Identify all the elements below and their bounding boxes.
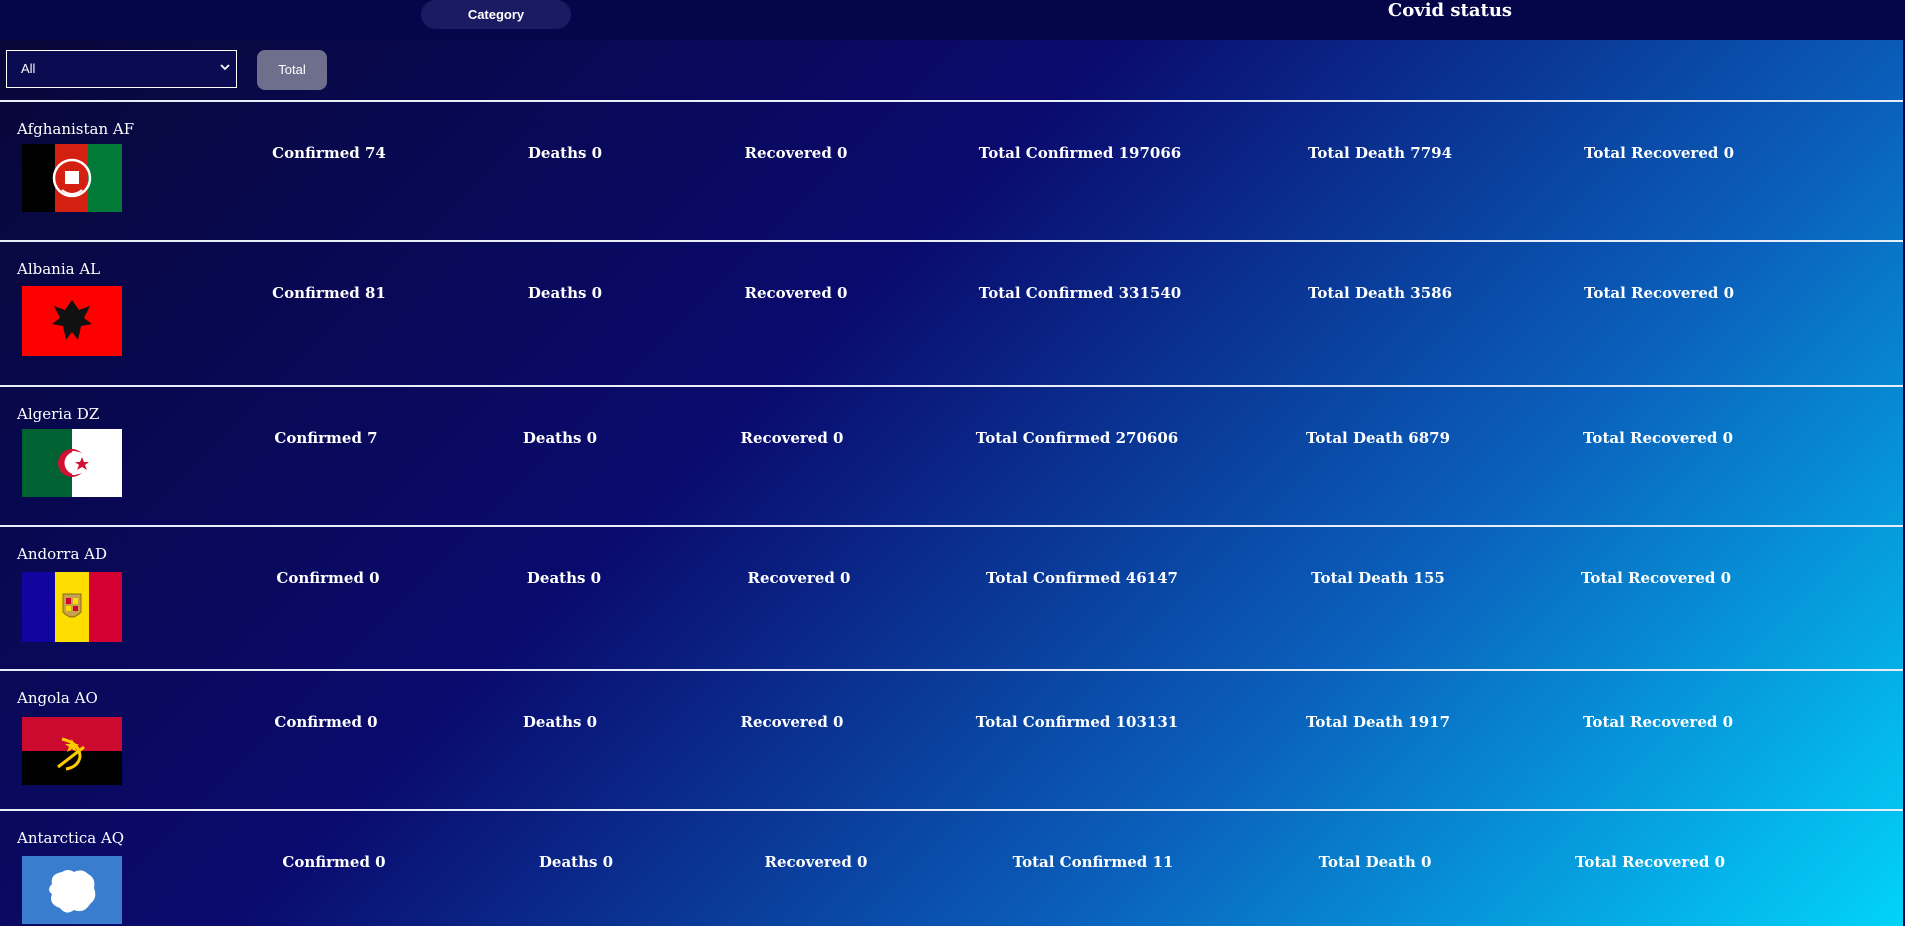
deaths-value: Deaths 0 xyxy=(526,569,602,587)
category-select[interactable]: All xyxy=(6,50,237,88)
total-death-value: Total Death 155 xyxy=(1311,569,1445,587)
total-recovered-value: Total Recovered 0 xyxy=(1583,144,1735,162)
country-row: Antarctica AQ Confirmed 0 Deaths 0 Recov… xyxy=(0,809,1903,926)
total-confirmed-value: Total Confirmed 197066 xyxy=(978,144,1182,162)
total-recovered-value: Total Recovered 0 xyxy=(1574,853,1726,871)
country-name: Afghanistan AF xyxy=(17,120,135,138)
page-title: Covid status xyxy=(1387,0,1513,21)
recovered-value: Recovered 0 xyxy=(747,569,851,587)
deaths-value: Deaths 0 xyxy=(538,853,614,871)
confirmed-value: Confirmed 7 xyxy=(274,429,378,447)
angola-flag-icon xyxy=(22,717,122,785)
category-select-value: All xyxy=(21,61,36,76)
deaths-value: Deaths 0 xyxy=(522,429,598,447)
recovered-value: Recovered 0 xyxy=(740,713,844,731)
category-button[interactable]: Category xyxy=(421,0,571,29)
antarctica-flag-icon xyxy=(22,856,122,924)
total-death-value: Total Death 3586 xyxy=(1307,284,1453,302)
albania-flag-icon xyxy=(22,286,122,356)
country-row: Andorra AD Confirmed 0 Deaths 0 Recovere… xyxy=(0,525,1903,665)
total-death-value: Total Death 0 xyxy=(1318,853,1432,871)
confirmed-value: Confirmed 0 xyxy=(276,569,380,587)
total-recovered-value: Total Recovered 0 xyxy=(1583,284,1735,302)
total-recovered-value: Total Recovered 0 xyxy=(1582,429,1734,447)
country-row: Algeria DZ Confirmed 7 Deaths 0 Recovere… xyxy=(0,385,1903,525)
total-recovered-value: Total Recovered 0 xyxy=(1580,569,1732,587)
recovered-value: Recovered 0 xyxy=(744,284,848,302)
country-name: Andorra AD xyxy=(17,545,108,563)
total-confirmed-value: Total Confirmed 46147 xyxy=(986,569,1178,587)
recovered-value: Recovered 0 xyxy=(740,429,844,447)
total-confirmed-value: Total Confirmed 103131 xyxy=(975,713,1179,731)
chevron-down-icon xyxy=(220,52,230,88)
country-row: Angola AO Confirmed 0 Deaths 0 Recovered… xyxy=(0,669,1903,809)
country-name: Antarctica AQ xyxy=(17,829,125,847)
total-button[interactable]: Total xyxy=(257,50,327,90)
total-death-value: Total Death 7794 xyxy=(1307,144,1453,162)
country-name: Algeria DZ xyxy=(17,405,100,423)
afghanistan-flag-icon xyxy=(22,144,122,212)
country-name: Angola AO xyxy=(17,689,98,707)
deaths-value: Deaths 0 xyxy=(522,713,598,731)
confirmed-value: Confirmed 0 xyxy=(282,853,386,871)
deaths-value: Deaths 0 xyxy=(527,144,603,162)
total-death-value: Total Death 6879 xyxy=(1305,429,1451,447)
total-confirmed-value: Total Confirmed 270606 xyxy=(975,429,1179,447)
algeria-flag-icon xyxy=(22,429,122,497)
country-name: Albania AL xyxy=(17,260,101,278)
total-recovered-value: Total Recovered 0 xyxy=(1582,713,1734,731)
total-confirmed-value: Total Confirmed 11 xyxy=(1012,853,1174,871)
total-confirmed-value: Total Confirmed 331540 xyxy=(978,284,1182,302)
deaths-value: Deaths 0 xyxy=(527,284,603,302)
confirmed-value: Confirmed 74 xyxy=(272,144,386,162)
confirmed-value: Confirmed 81 xyxy=(272,284,386,302)
confirmed-value: Confirmed 0 xyxy=(274,713,378,731)
country-row: Afghanistan AF Confirmed 74 Deaths 0 Rec… xyxy=(0,100,1903,240)
recovered-value: Recovered 0 xyxy=(764,853,868,871)
top-bar: Category Covid status xyxy=(0,0,1905,40)
total-death-value: Total Death 1917 xyxy=(1305,713,1451,731)
andorra-flag-icon xyxy=(22,572,122,642)
recovered-value: Recovered 0 xyxy=(744,144,848,162)
country-row: Albania AL Confirmed 81 Deaths 0 Recover… xyxy=(0,240,1903,380)
